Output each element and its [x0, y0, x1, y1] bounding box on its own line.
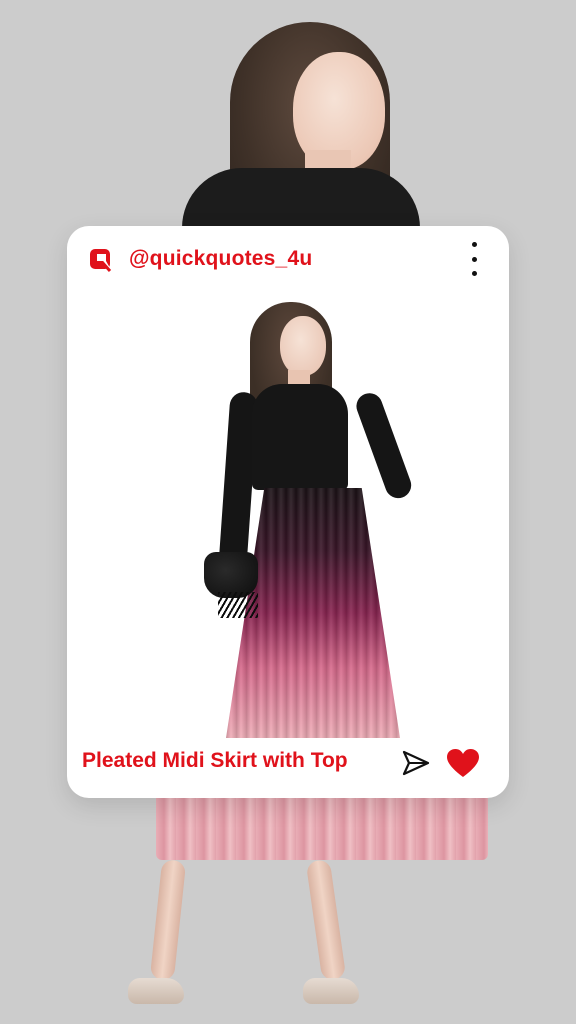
background-model-left-shoe	[128, 978, 184, 1004]
heart-icon[interactable]	[446, 748, 480, 778]
more-vertical-icon	[471, 242, 477, 247]
product-model-top	[252, 384, 348, 490]
post-username[interactable]: @quickquotes_4u	[129, 247, 312, 271]
background-model-right-shoe	[303, 978, 359, 1004]
more-vertical-icon-dot	[471, 271, 477, 276]
product-model-face	[280, 316, 326, 376]
product-image[interactable]	[202, 302, 415, 738]
post-card: @quickquotes_4u Pleated Midi Skirt with …	[67, 226, 509, 798]
background-model-left-leg	[149, 859, 187, 981]
background-model-right-leg	[305, 858, 347, 982]
product-model-right-arm	[352, 389, 415, 502]
more-options-button[interactable]	[465, 242, 483, 276]
post-caption: Pleated Midi Skirt with Top	[82, 749, 348, 772]
post-header: @quickquotes_4u	[67, 226, 509, 294]
product-handbag	[204, 552, 258, 618]
quickquotes-logo-icon[interactable]	[89, 248, 113, 272]
more-vertical-icon-dot	[471, 256, 477, 262]
send-icon[interactable]	[401, 748, 431, 778]
